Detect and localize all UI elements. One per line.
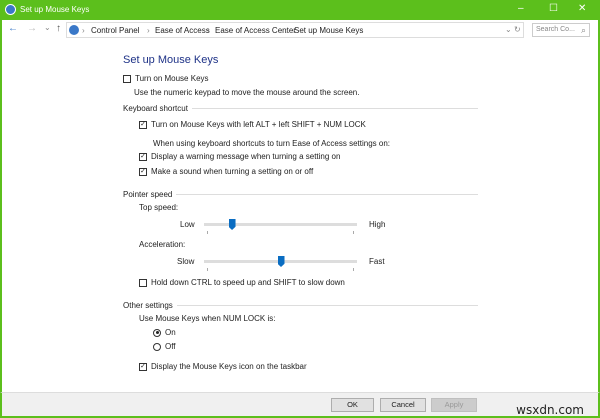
breadcrumb-separator: › bbox=[147, 26, 150, 35]
close-button[interactable]: ✕ bbox=[578, 3, 586, 14]
breadcrumb-ease-of-access[interactable]: Ease of Access bbox=[155, 26, 210, 35]
numlock-off-radio[interactable]: Off bbox=[153, 342, 176, 351]
make-sound-checkbox[interactable]: ✓ Make a sound when turning a setting on … bbox=[139, 167, 313, 176]
refresh-icon[interactable]: ↻ bbox=[514, 25, 521, 34]
radio-label: On bbox=[165, 328, 176, 337]
low-label: Low bbox=[180, 220, 195, 229]
tick bbox=[353, 231, 354, 234]
ease-of-access-icon bbox=[5, 4, 16, 15]
checkbox-label: Display the Mouse Keys icon on the taskb… bbox=[151, 362, 307, 371]
checkbox-box[interactable] bbox=[123, 74, 131, 83]
shortcut-checkbox[interactable]: ✓ Turn on Mouse Keys with left ALT + left… bbox=[139, 120, 366, 129]
checkbox-box[interactable] bbox=[139, 278, 147, 287]
checkbox-box[interactable]: ✓ bbox=[139, 152, 147, 161]
divider bbox=[191, 108, 478, 109]
taskbar-icon-checkbox[interactable]: ✓ Display the Mouse Keys icon on the task… bbox=[139, 362, 307, 371]
group-title: Pointer speed bbox=[123, 190, 173, 199]
breadcrumb-ease-of-access-center[interactable]: Ease of Access Center bbox=[215, 26, 296, 35]
pointer-speed-group: Pointer speed bbox=[123, 190, 478, 199]
divider bbox=[176, 305, 478, 306]
breadcrumb-separator: › bbox=[286, 26, 289, 35]
tick bbox=[207, 231, 208, 234]
breadcrumb-set-up-mouse-keys[interactable]: Set up Mouse Keys bbox=[294, 26, 363, 35]
other-settings-group: Other settings bbox=[123, 301, 478, 310]
checkbox-label: Make a sound when turning a setting on o… bbox=[151, 167, 314, 176]
checkbox-label: Turn on Mouse Keys bbox=[135, 74, 209, 83]
warning-message-checkbox[interactable]: ✓ Display a warning message when turning … bbox=[139, 152, 340, 161]
breadcrumb[interactable]: › Control Panel › Ease of Access › Ease … bbox=[66, 22, 524, 38]
breadcrumb-control-panel[interactable]: Control Panel bbox=[91, 26, 139, 35]
back-icon[interactable]: ← bbox=[8, 23, 18, 34]
footer: OK Cancel Apply wsxdn.com bbox=[0, 392, 600, 418]
up-icon[interactable]: ↑ bbox=[56, 23, 61, 34]
address-bar: ← → ⌄ ↑ › Control Panel › Ease of Access… bbox=[0, 20, 600, 40]
watermark: wsxdn.com bbox=[516, 403, 584, 417]
breadcrumb-separator: › bbox=[207, 26, 210, 35]
minimize-button[interactable]: – bbox=[518, 3, 524, 14]
numlock-label: Use Mouse Keys when NUM LOCK is: bbox=[139, 314, 276, 323]
numlock-on-radio[interactable]: On bbox=[153, 328, 176, 337]
checkbox-box[interactable]: ✓ bbox=[139, 167, 147, 176]
title-bar: Set up Mouse Keys – ☐ ✕ bbox=[0, 0, 600, 20]
window-title: Set up Mouse Keys bbox=[20, 5, 90, 14]
search-icon[interactable]: ⌕ bbox=[581, 25, 586, 36]
high-label: High bbox=[369, 220, 386, 229]
breadcrumb-separator: › bbox=[82, 26, 85, 35]
tick bbox=[353, 268, 354, 271]
checkbox-label: Turn on Mouse Keys with left ALT + left … bbox=[151, 120, 366, 129]
search-input[interactable]: Search Co... ⌕ bbox=[532, 23, 590, 37]
apply-button[interactable]: Apply bbox=[431, 398, 477, 412]
shortcut-description: When using keyboard shortcuts to turn Ea… bbox=[153, 139, 391, 148]
ok-button[interactable]: OK bbox=[331, 398, 374, 412]
group-title: Other settings bbox=[123, 301, 173, 310]
address-dropdown-icon[interactable]: ⌄ bbox=[505, 25, 512, 34]
turn-on-description: Use the numeric keypad to move the mouse… bbox=[134, 88, 360, 97]
checkbox-label: Hold down CTRL to speed up and SHIFT to … bbox=[151, 278, 345, 287]
checkbox-box[interactable]: ✓ bbox=[139, 362, 147, 371]
checkbox-label: Display a warning message when turning a… bbox=[151, 152, 341, 161]
keyboard-shortcut-group: Keyboard shortcut bbox=[123, 104, 478, 113]
recent-dropdown-icon[interactable]: ⌄ bbox=[44, 23, 51, 32]
top-speed-label: Top speed: bbox=[139, 203, 179, 212]
checkbox-box[interactable]: ✓ bbox=[139, 120, 147, 129]
radio-button[interactable] bbox=[153, 328, 161, 337]
tick bbox=[207, 268, 208, 271]
slow-label: Slow bbox=[177, 257, 195, 266]
acceleration-slider[interactable] bbox=[204, 256, 357, 271]
control-panel-icon bbox=[69, 25, 79, 35]
fast-label: Fast bbox=[369, 257, 385, 266]
top-speed-slider[interactable] bbox=[204, 219, 357, 234]
divider bbox=[176, 194, 478, 195]
maximize-button[interactable]: ☐ bbox=[549, 3, 558, 14]
forward-icon[interactable]: → bbox=[27, 23, 37, 34]
acceleration-label: Acceleration: bbox=[139, 240, 186, 249]
search-placeholder: Search Co... bbox=[536, 26, 575, 33]
radio-label: Off bbox=[165, 342, 176, 351]
ctrl-shift-checkbox[interactable]: Hold down CTRL to speed up and SHIFT to … bbox=[139, 278, 345, 287]
cancel-button[interactable]: Cancel bbox=[380, 398, 426, 412]
page-title: Set up Mouse Keys bbox=[123, 54, 219, 66]
turn-on-mouse-keys-checkbox[interactable]: Turn on Mouse Keys bbox=[123, 74, 209, 83]
group-title: Keyboard shortcut bbox=[123, 104, 188, 113]
radio-button[interactable] bbox=[153, 342, 161, 351]
